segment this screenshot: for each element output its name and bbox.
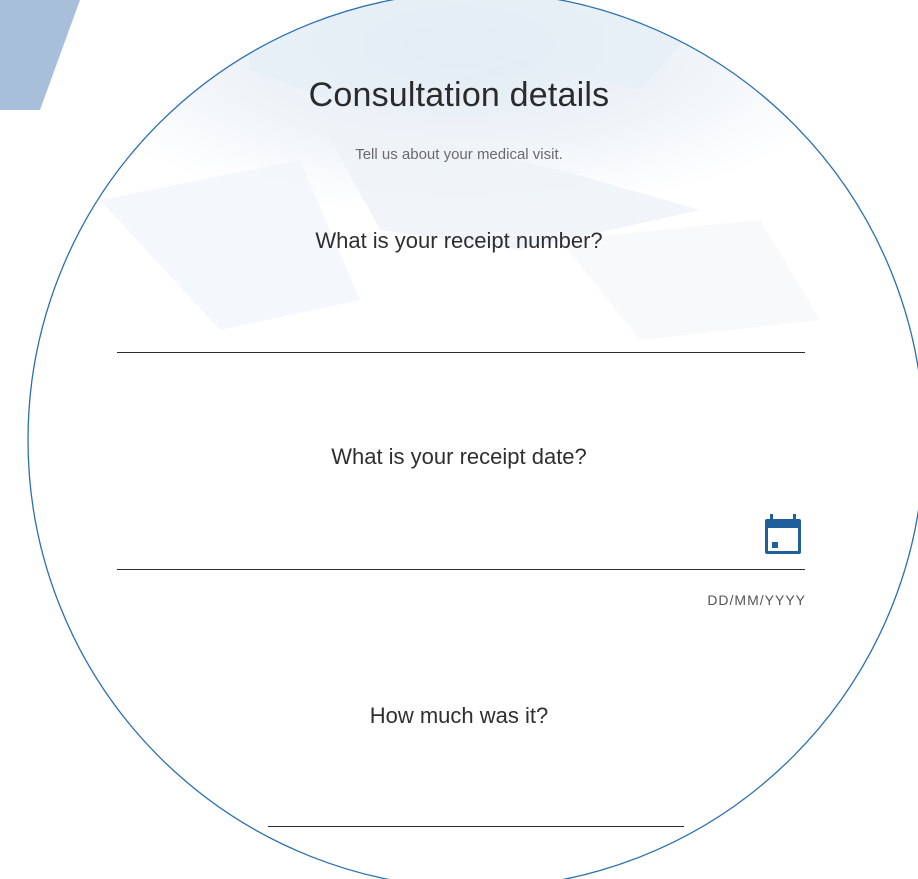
calendar-button[interactable]	[763, 514, 803, 556]
receipt-date-input[interactable]	[117, 533, 805, 570]
amount-label: How much was it?	[369, 703, 549, 728]
amount-input[interactable]	[268, 790, 684, 827]
calendar-icon	[765, 514, 801, 554]
receipt-number-label: What is your receipt number?	[315, 228, 603, 253]
receipt-date-label: What is your receipt date?	[331, 444, 587, 469]
date-format-hint: DD/MM/YYYY	[707, 592, 806, 608]
page: Consultation details Tell us about your …	[0, 0, 918, 879]
circle-outline	[27, 0, 918, 879]
receipt-number-input[interactable]	[117, 316, 805, 353]
circle-frame	[27, 0, 918, 879]
circle-background	[28, 0, 918, 879]
page-title: Consultation details	[308, 76, 610, 114]
page-subtitle: Tell us about your medical visit.	[355, 146, 563, 163]
